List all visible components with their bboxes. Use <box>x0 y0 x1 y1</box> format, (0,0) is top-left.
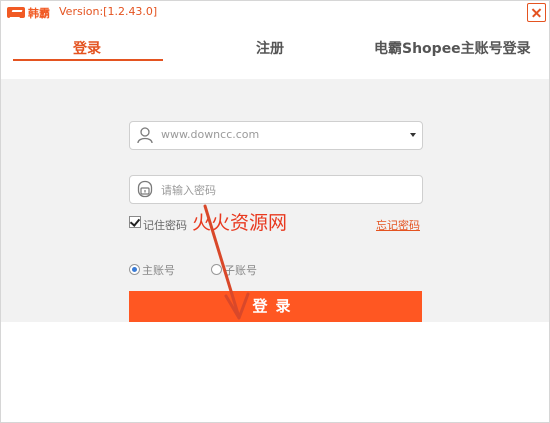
app-brand: 韩霸 <box>28 7 50 20</box>
username-field[interactable]: www.downcc.com <box>129 121 423 150</box>
sub-account-radio[interactable] <box>211 264 222 275</box>
login-form-panel: www.downcc.com 请输入密码 记住密码 忘记密码 主账号 子账号 登… <box>1 79 549 322</box>
lock-icon <box>137 180 153 198</box>
title-bar: 韩霸 Version:[1.2.43.0] <box>1 1 549 23</box>
main-account-label[interactable]: 主账号 <box>142 262 175 278</box>
tab-shopee-main-login[interactable]: 电霸Shopee主账号登录 <box>374 38 531 58</box>
login-button[interactable]: 登录 <box>129 291 422 322</box>
tab-login[interactable]: 登录 <box>73 38 101 58</box>
password-field[interactable]: 请输入密码 <box>129 175 423 204</box>
close-button[interactable] <box>527 3 546 22</box>
tab-register[interactable]: 注册 <box>256 38 284 58</box>
username-input[interactable]: www.downcc.com <box>161 128 259 141</box>
user-icon <box>137 127 153 144</box>
app-logo-icon <box>7 7 25 18</box>
watermark-text: 火火资源网 <box>192 212 288 234</box>
remember-password-label[interactable]: 记住密码 <box>143 217 187 233</box>
password-input[interactable]: 请输入密码 <box>161 182 216 198</box>
app-version: Version:[1.2.43.0] <box>59 5 158 18</box>
forgot-password-link[interactable]: 忘记密码 <box>376 217 420 233</box>
main-account-radio[interactable] <box>129 264 140 275</box>
tab-bar: 登录 注册 电霸Shopee主账号登录 <box>1 23 549 78</box>
active-tab-indicator <box>13 59 163 61</box>
login-window: 韩霸 Version:[1.2.43.0] 登录 注册 电霸Shopee主账号登… <box>0 0 550 423</box>
chevron-down-icon[interactable] <box>410 133 416 137</box>
remember-password-checkbox[interactable] <box>129 216 141 228</box>
sub-account-label[interactable]: 子账号 <box>224 262 257 278</box>
